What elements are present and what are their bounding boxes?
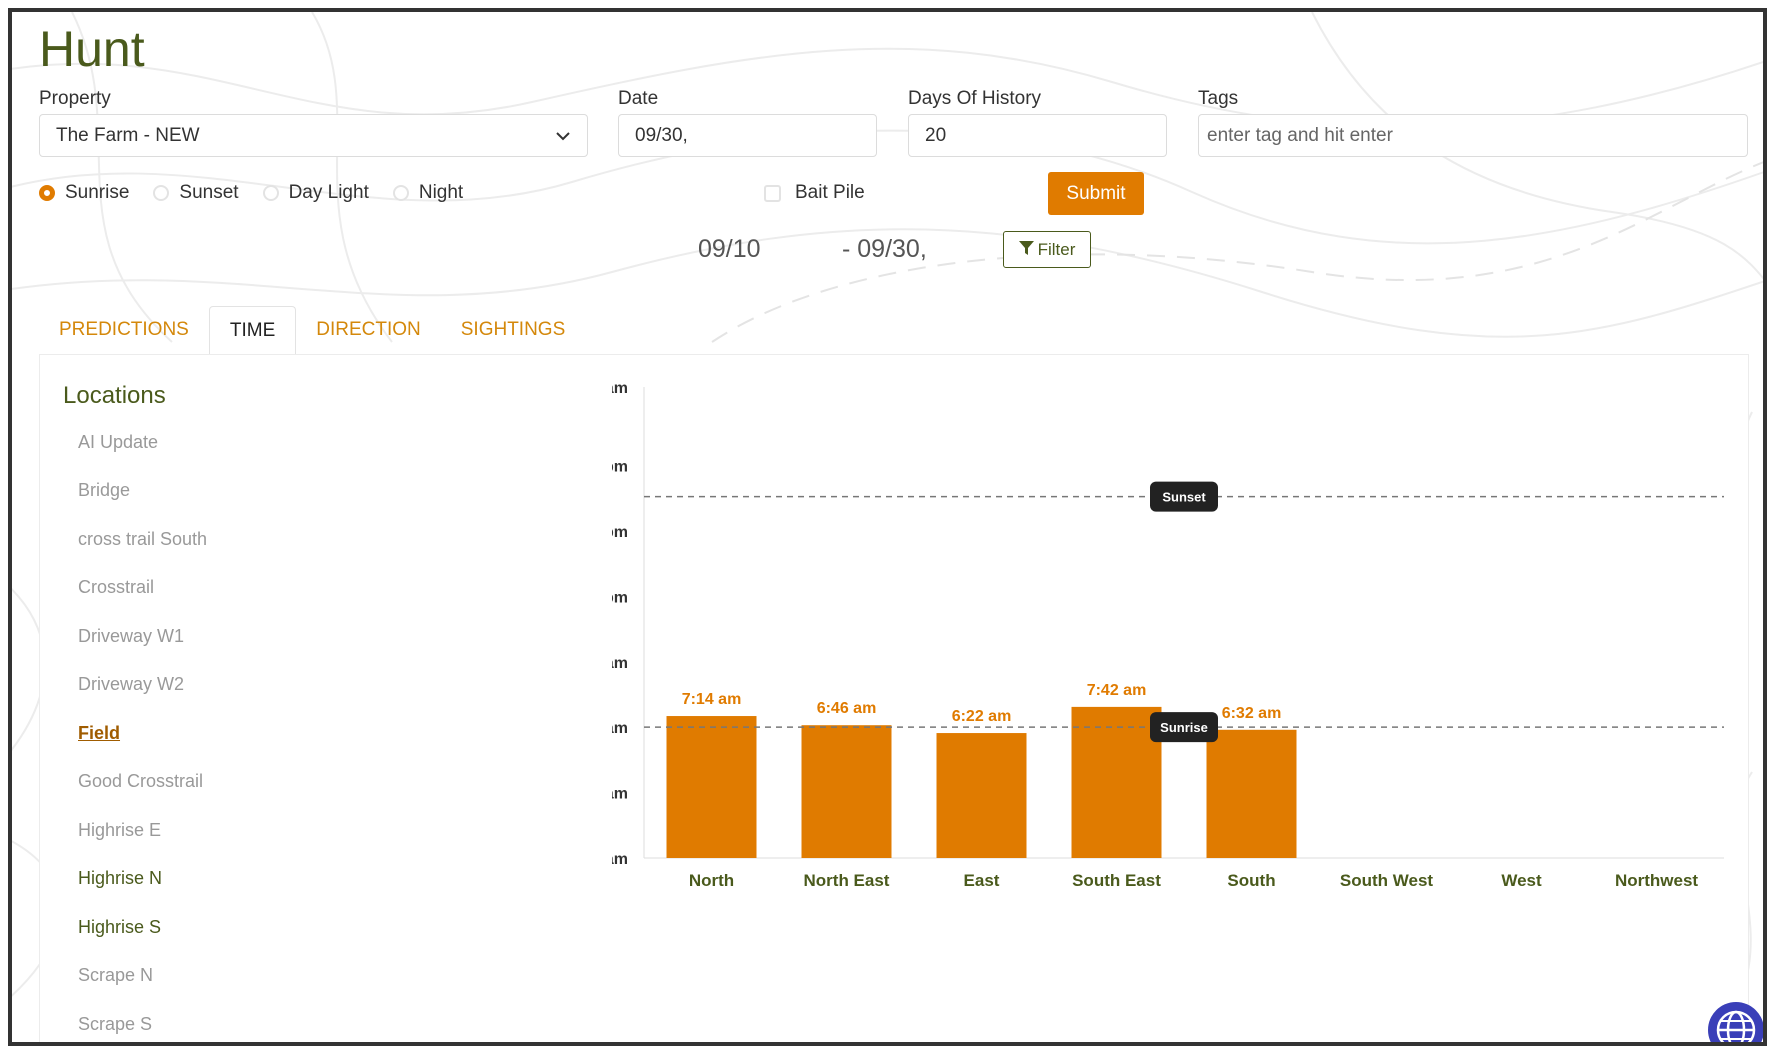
- location-item[interactable]: Crosstrail: [78, 564, 207, 613]
- checkbox-box: [764, 184, 781, 202]
- radio-label: Sunrise: [65, 182, 130, 203]
- bar: [936, 733, 1027, 858]
- property-value: The Farm - NEW: [56, 124, 200, 146]
- radio-indicator: [392, 185, 409, 201]
- radio-sunset[interactable]: Sunset: [153, 182, 239, 204]
- tab-bar: PREDICTIONS TIME DIRECTION SIGHTINGS: [39, 306, 585, 354]
- bait-pile-label: Bait Pile: [795, 182, 865, 203]
- y-tick-label: 1:20 pm: [612, 589, 628, 606]
- x-tick-label: West: [1501, 871, 1542, 890]
- bait-pile-checkbox[interactable]: Bait Pile: [764, 182, 865, 204]
- bar: [801, 725, 892, 858]
- range-start[interactable]: 09/10: [698, 235, 761, 264]
- data-label: 7:42 am: [1087, 682, 1147, 699]
- location-item[interactable]: Highrise E: [78, 806, 207, 855]
- chevron-down-icon: [555, 125, 571, 147]
- y-tick-label: 8:00 pm: [612, 459, 628, 476]
- radio-label: Day Light: [288, 182, 369, 203]
- submit-label: Submit: [1066, 182, 1126, 204]
- range-end[interactable]: - 09/30,: [842, 235, 927, 264]
- property-label: Property: [39, 88, 111, 109]
- locations-title: Locations: [63, 382, 166, 409]
- date-input[interactable]: 09/30,: [618, 114, 877, 157]
- filter-icon: [1018, 240, 1034, 260]
- reference-label: Sunset: [1162, 490, 1206, 505]
- y-tick-label: 12:00 am: [612, 380, 628, 397]
- date-label: Date: [618, 88, 659, 109]
- reference-label: Sunrise: [1160, 720, 1208, 735]
- radio-indicator: [262, 185, 279, 201]
- location-item[interactable]: Highrise N: [78, 855, 207, 904]
- x-tick-label: South East: [1072, 871, 1161, 890]
- app-frame: Hunt Property The Farm - NEW Date 09/30,…: [8, 8, 1767, 1046]
- history-value: 20: [925, 124, 947, 146]
- tags-input[interactable]: enter tag and hit enter: [1198, 114, 1748, 157]
- property-select[interactable]: The Farm - NEW: [39, 114, 588, 157]
- globe-icon[interactable]: [1706, 1000, 1763, 1042]
- data-label: 6:46 am: [817, 700, 877, 717]
- bar: [666, 716, 757, 858]
- location-item[interactable]: AI Update: [78, 418, 207, 467]
- location-item[interactable]: Scrape N: [78, 952, 207, 1001]
- radio-sunrise[interactable]: Sunrise: [39, 182, 129, 204]
- radio-indicator: [153, 185, 170, 201]
- data-label: 6:22 am: [952, 708, 1012, 725]
- y-tick-label: 6:40 am: [612, 720, 628, 737]
- history-label: Days Of History: [908, 88, 1042, 109]
- radio-indicator: [39, 185, 55, 201]
- radio-night[interactable]: Night: [392, 182, 464, 204]
- x-tick-label: North: [689, 871, 734, 890]
- location-item[interactable]: Bridge: [78, 467, 207, 516]
- tab-time[interactable]: TIME: [208, 306, 297, 354]
- location-item[interactable]: Driveway W2: [78, 661, 207, 710]
- location-item[interactable]: Field: [78, 709, 207, 758]
- history-input[interactable]: 20: [908, 114, 1167, 157]
- bar: [1206, 729, 1297, 858]
- y-tick-label: 10:00 am: [612, 655, 628, 672]
- page-title: Hunt: [39, 21, 145, 77]
- data-label: 6:32 am: [1222, 705, 1282, 722]
- location-item[interactable]: Scrape S: [78, 1000, 207, 1042]
- y-tick-label: 12:00 am: [612, 851, 628, 868]
- location-item[interactable]: Highrise S: [78, 903, 207, 952]
- radio-label: Night: [418, 182, 464, 203]
- time-by-direction-chart: 12:00 am 3:20 am 6:40 am 10:00 am 1:20 pm 4:4…: [612, 380, 1724, 890]
- location-item[interactable]: Good Crosstrail: [78, 758, 207, 807]
- data-label: 7:14 am: [682, 691, 742, 708]
- x-tick-label: East: [964, 871, 1000, 890]
- location-item[interactable]: cross trail South: [78, 515, 207, 564]
- tab-direction[interactable]: DIRECTION: [296, 306, 441, 354]
- location-item[interactable]: Driveway W1: [78, 612, 207, 661]
- date-value: 09/30,: [635, 124, 688, 146]
- tags-placeholder: enter tag and hit enter: [1207, 124, 1393, 146]
- filter-button[interactable]: Filter: [1003, 231, 1091, 268]
- x-tick-label: Northwest: [1615, 871, 1698, 890]
- x-tick-label: North East: [804, 871, 890, 890]
- filter-label: Filter: [1037, 239, 1076, 259]
- tags-label: Tags: [1198, 88, 1239, 109]
- tab-sightings[interactable]: SIGHTINGS: [441, 306, 586, 354]
- x-tick-label: South: [1227, 871, 1275, 890]
- y-tick-label: 3:20 am: [612, 786, 628, 803]
- y-tick-label: 4:40 pm: [612, 524, 628, 541]
- x-tick-label: South West: [1340, 871, 1434, 890]
- time-option-group: Sunrise Sunset Day Light Night: [39, 182, 463, 204]
- bar: [1071, 706, 1162, 858]
- radio-label: Sunset: [179, 182, 239, 203]
- tab-predictions[interactable]: PREDICTIONS: [39, 306, 209, 354]
- radio-day-light[interactable]: Day Light: [262, 182, 369, 204]
- locations-list: AI Update Bridge cross trail South Crosstra…: [78, 418, 207, 1042]
- submit-button[interactable]: Submit: [1048, 172, 1144, 215]
